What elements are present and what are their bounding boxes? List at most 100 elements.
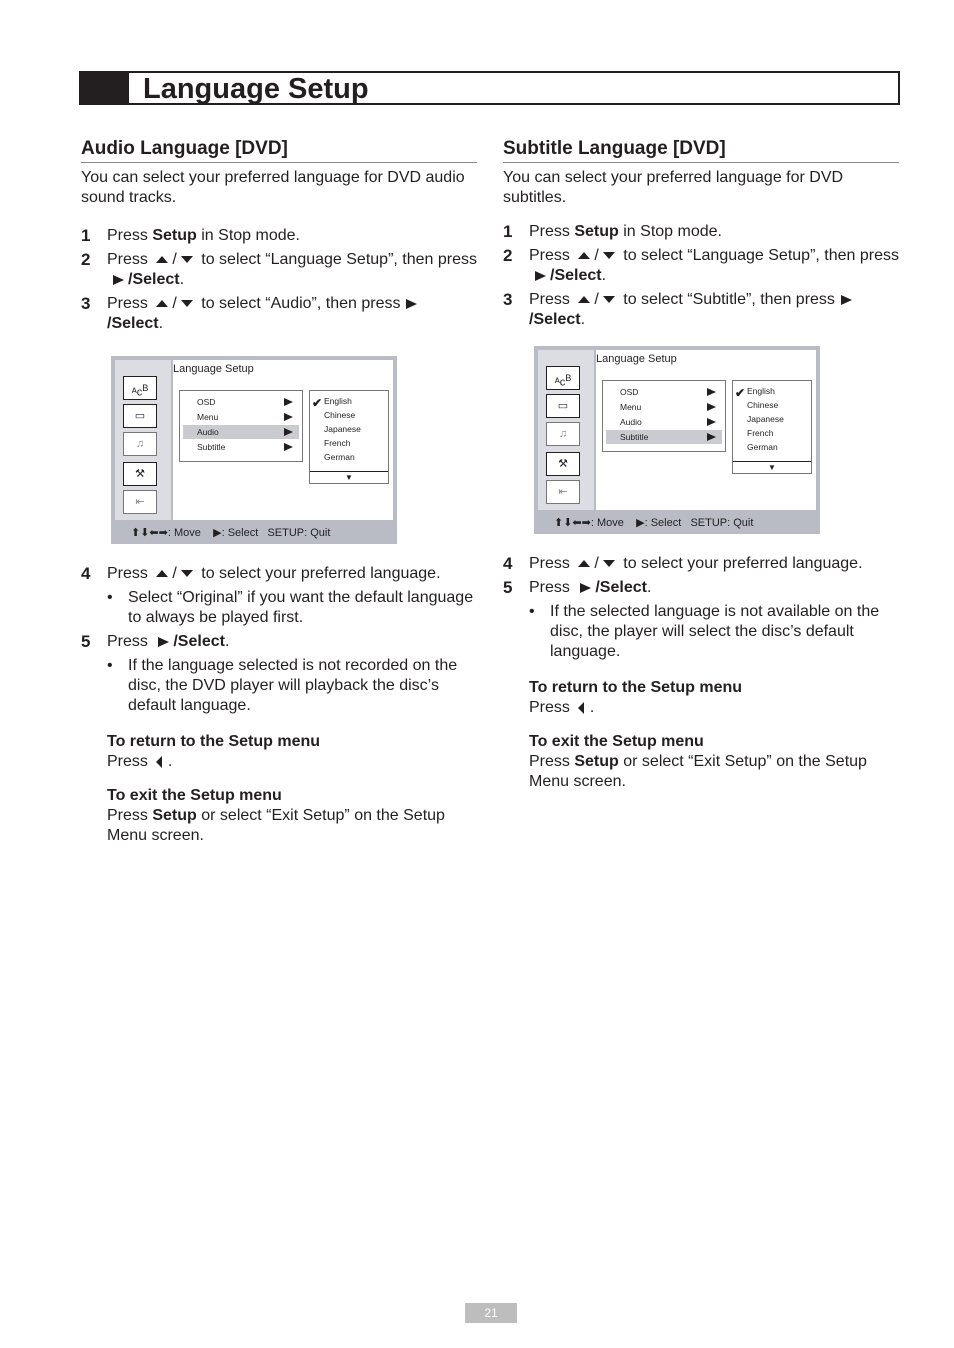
tools-icon: ⚒ xyxy=(123,462,157,486)
osd-menu-item-menu[interactable]: Menu xyxy=(183,410,299,424)
step-5: 5 Press /Select. xyxy=(503,578,899,598)
language-option[interactable]: German xyxy=(747,440,778,454)
step-4: 4 Press / to select your preferred langua… xyxy=(81,564,477,584)
section-heading: Subtitle Language [DVD] xyxy=(503,136,899,163)
note-heading: To return to the Setup menu xyxy=(107,733,321,750)
period: . xyxy=(589,699,595,716)
step-text: to select “Language Setup”, then press xyxy=(618,247,899,264)
checkmark-icon: ✔ xyxy=(735,386,746,400)
menu-label: OSD xyxy=(620,387,639,397)
osd-icon-column: ᴬcB ▭ ♫ ⚒ ⇤ xyxy=(115,360,171,520)
period: . xyxy=(224,633,230,650)
language-icon: ᴬcB xyxy=(123,376,157,400)
move-arrows-icon: ⬆⬇⬅➡ xyxy=(131,527,168,539)
osd-screenshot-audio: ᴬcB ▭ ♫ ⚒ ⇤ Language Setup OSD Menu Audi… xyxy=(111,356,397,544)
osd-language-list: ✔ English Chinese Japanese French German… xyxy=(732,380,812,474)
osd-menu-item-menu[interactable]: Menu xyxy=(606,400,722,414)
osd-title: Language Setup xyxy=(596,353,677,365)
osd-screenshot-subtitle: ᴬcB ▭ ♫ ⚒ ⇤ Language Setup OSD Menu Audi… xyxy=(534,346,820,534)
select-arrow-icon: ▶ xyxy=(636,517,645,529)
separator: / xyxy=(594,247,599,264)
period: . xyxy=(580,311,586,328)
period: . xyxy=(179,271,185,288)
language-option[interactable]: German xyxy=(324,450,355,464)
step-text: to select your preferred language. xyxy=(196,565,441,582)
key-setup: Setup xyxy=(574,223,619,240)
step-number: 4 xyxy=(81,564,91,583)
step-text: Press xyxy=(107,227,153,244)
step-3: 3 Press / to select “Subtitle”, then pres… xyxy=(503,290,899,330)
step-number: 5 xyxy=(81,632,91,651)
down-arrow-icon xyxy=(180,256,193,264)
section-intro: You can select your preferred language f… xyxy=(503,169,844,206)
up-arrow-icon xyxy=(156,300,169,308)
step-2: 2 Press / to select “Language Setup”, the… xyxy=(503,246,899,286)
down-arrow-icon xyxy=(180,300,193,308)
section-intro: You can select your preferred language f… xyxy=(81,169,465,206)
osd-menu-item-osd[interactable]: OSD xyxy=(606,385,722,399)
osd-menu-item-subtitle[interactable]: Subtitle xyxy=(183,440,299,454)
up-arrow-icon xyxy=(156,570,169,578)
period: . xyxy=(601,267,607,284)
scroll-down-icon[interactable]: ▼ xyxy=(310,471,388,483)
language-option[interactable]: Chinese xyxy=(324,408,355,422)
language-option[interactable]: Chinese xyxy=(747,398,778,412)
step-text: Press xyxy=(107,251,148,268)
osd-menu-item-osd[interactable]: OSD xyxy=(183,395,299,409)
osd-menu-item-subtitle[interactable]: Subtitle xyxy=(606,430,722,444)
menu-label: Subtitle xyxy=(620,432,649,442)
bullet-dot: • xyxy=(107,657,113,674)
key-select: /Select xyxy=(595,579,647,596)
key-select: /Select xyxy=(550,267,602,284)
subtitle-language-section: Subtitle Language [DVD] You can select y… xyxy=(503,136,899,792)
note-text: Press xyxy=(529,699,570,716)
osd-panel: Language Setup OSD Menu Audio Subtitle ✔… xyxy=(596,350,816,510)
footer-quit-label: SETUP: Quit xyxy=(267,527,331,539)
period: . xyxy=(167,753,173,770)
period: . xyxy=(158,315,164,332)
right-arrow-icon xyxy=(406,298,418,309)
separator: / xyxy=(594,555,599,572)
down-arrow-icon xyxy=(602,560,615,568)
footer-move-label: : Move xyxy=(590,517,624,529)
note-heading: To exit the Setup menu xyxy=(107,787,282,804)
language-option[interactable]: English xyxy=(747,384,775,398)
language-option[interactable]: French xyxy=(324,436,350,450)
note-heading: To exit the Setup menu xyxy=(529,733,704,750)
left-arrow-icon xyxy=(577,701,584,714)
step-text: in Stop mode. xyxy=(196,227,300,244)
osd-title: Language Setup xyxy=(173,363,254,375)
note-text: Press xyxy=(107,807,153,824)
bullet-text: If the selected language is not availabl… xyxy=(550,603,880,660)
menu-label: Audio xyxy=(197,427,219,437)
note-heading: To return to the Setup menu xyxy=(529,679,743,696)
step-text: to select your preferred language. xyxy=(618,555,863,572)
osd-menu: OSD Menu Audio Subtitle xyxy=(602,380,726,452)
bullet-text: Select “Original” if you want the defaul… xyxy=(128,589,474,626)
menu-label: Menu xyxy=(197,412,219,422)
menu-label: Menu xyxy=(620,402,642,412)
footer-select-label: : Select xyxy=(221,527,259,539)
osd-language-list: ✔ English Chinese Japanese French German… xyxy=(309,390,389,484)
page-title: Language Setup xyxy=(143,73,369,105)
right-arrow-icon xyxy=(284,443,293,451)
exit-icon: ⇤ xyxy=(123,490,157,514)
scroll-down-icon[interactable]: ▼ xyxy=(733,461,811,473)
language-option[interactable]: French xyxy=(747,426,773,440)
language-option[interactable]: Japanese xyxy=(324,422,361,436)
separator: / xyxy=(172,565,177,582)
osd-footer: ⬆⬇⬅➡: Move ▶: Select SETUP: Quit xyxy=(534,512,820,534)
bullet-text: If the language selected is not recorded… xyxy=(128,657,458,714)
note-text: Press xyxy=(107,753,148,770)
osd-menu-item-audio[interactable]: Audio xyxy=(183,425,299,439)
page-title-bar: Language Setup xyxy=(79,71,900,105)
bullet-note: • If the selected language is not availab… xyxy=(503,602,899,662)
language-option[interactable]: English xyxy=(324,394,352,408)
right-arrow-icon xyxy=(158,636,170,647)
step-number: 1 xyxy=(81,226,91,245)
language-option[interactable]: Japanese xyxy=(747,412,784,426)
right-arrow-icon xyxy=(535,270,546,281)
tv-display-icon: ▭ xyxy=(123,404,157,428)
osd-menu-item-audio[interactable]: Audio xyxy=(606,415,722,429)
key-setup: Setup xyxy=(152,807,197,824)
